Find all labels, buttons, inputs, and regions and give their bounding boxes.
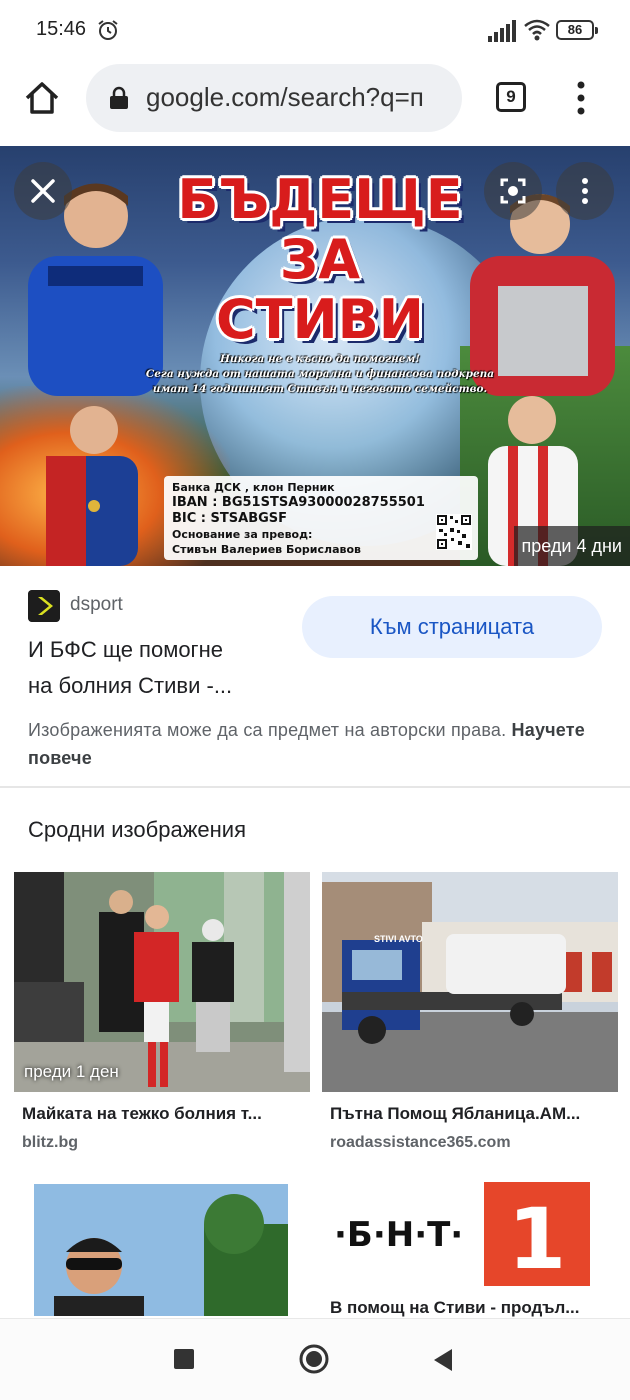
card-site: blitz.bg <box>22 1134 78 1151</box>
close-preview-button[interactable] <box>14 162 72 220</box>
card-time-badge: преди 1 ден <box>24 1062 119 1081</box>
lock-icon <box>110 86 128 109</box>
more-vert-icon <box>582 178 588 204</box>
card-title[interactable]: Майката на тежко болния т... <box>14 1104 310 1124</box>
poster-title-line3: СТИВИ <box>215 288 424 351</box>
card-site: roadassistance365.com <box>330 1134 511 1151</box>
bank-reason-label: Основание за превод: <box>172 528 313 541</box>
poster-title-line1: БЪДЕЩЕ <box>177 168 463 231</box>
time-badge: преди 4 дни <box>513 526 630 566</box>
bnt-logo-text: ·Б·Н·Т· <box>334 1215 463 1255</box>
related-thumbnail[interactable]: STIVI AVTO <box>322 872 618 1092</box>
status-time: 15:46 <box>36 18 87 40</box>
card-title[interactable]: В помощ на Стиви - продъл... <box>322 1298 618 1318</box>
bank-recipient: Стивън Валериев Бориславов <box>172 543 361 556</box>
url-bar[interactable]: google.com/search?q=п <box>86 64 462 132</box>
bank-details-box: Банка ДСК , клон Перник IBAN : BG51STSA9… <box>164 476 478 560</box>
lens-icon <box>500 178 526 204</box>
result-title[interactable]: И БФС ще помогне на болния Стиви -... <box>28 632 298 704</box>
related-images-heading: Сродни изображения <box>28 817 247 842</box>
poster-text-line1: Никога не е късно да помогнем! <box>219 353 421 365</box>
status-bar: 15:46 86 <box>0 0 630 60</box>
copyright-text: Изображенията може да са предмет на авто… <box>28 720 507 740</box>
copyright-notice: Изображенията може да са предмет на авто… <box>28 716 588 772</box>
recents-icon[interactable] <box>174 1349 194 1369</box>
related-thumbnail[interactable]: преди 1 ден <box>14 872 310 1092</box>
poster-title: БЪДЕЩЕ ЗА СТИВИ <box>140 170 500 350</box>
browser-toolbar: google.com/search?q=п 9 <box>0 60 630 146</box>
card-title[interactable]: Пътна Помощ Ябланица.АМ... <box>322 1104 618 1124</box>
home-circle-icon[interactable] <box>298 1343 330 1375</box>
result-title-line1[interactable]: И БФС ще помогне <box>28 632 298 668</box>
photo-people-outdoor <box>14 872 310 1092</box>
url-text[interactable]: google.com/search?q=п <box>146 82 450 113</box>
bnt-logo-number: 1 <box>508 1190 566 1286</box>
poster-title-line2: ЗА <box>279 228 361 291</box>
signal-icon <box>488 20 516 42</box>
related-card[interactable]: преди 1 ден Майката на тежко болния т...… <box>14 872 310 1152</box>
divider <box>0 786 630 788</box>
dsport-logo-icon[interactable] <box>28 590 60 622</box>
poster-text-line3: имат 14 годишният Стивън и неговото семе… <box>152 383 488 395</box>
poster-text: Никога не е късно да помогнем! Сега нужд… <box>140 352 500 397</box>
related-card[interactable]: ·Б·Н·Т· 1 В помощ на Стиви - продъл... <box>322 1182 618 1318</box>
visit-page-button[interactable]: Към страницата <box>302 596 602 658</box>
battery-icon: 86 <box>556 20 598 40</box>
related-thumbnail[interactable]: ·Б·Н·Т· 1 <box>322 1182 618 1286</box>
source-site-name[interactable]: dsport <box>70 594 123 616</box>
photo-tow-truck: STIVI AVTO <box>322 872 618 1092</box>
hero-image[interactable]: БЪДЕЩЕ ЗА СТИВИ Никога не е късно да пом… <box>0 146 630 566</box>
truck-text: STIVI AVTO <box>374 934 423 944</box>
bnt1-logo-image: ·Б·Н·Т· 1 <box>322 1182 618 1286</box>
bank-name: Банка ДСК , клон Перник <box>172 481 335 494</box>
preview-more-button[interactable] <box>556 162 614 220</box>
bank-bic: BIC : STSABGSF <box>172 511 288 526</box>
back-icon[interactable] <box>432 1347 454 1373</box>
related-card[interactable]: STIVI AVTO Пътна Помощ Ябланица.АМ... ro… <box>322 872 618 1152</box>
poster-boy-medal <box>46 406 138 566</box>
google-lens-button[interactable] <box>484 162 542 220</box>
poster-text-line2: Сега нужда от нашата морална и финансова… <box>145 368 495 380</box>
system-nav-bar <box>0 1318 630 1400</box>
wifi-icon <box>524 19 550 41</box>
related-thumbnail[interactable] <box>14 1184 310 1316</box>
related-card[interactable] <box>14 1184 310 1316</box>
result-title-line2[interactable]: на болния Стиви -... <box>28 668 298 704</box>
more-vert-icon[interactable] <box>572 78 590 118</box>
qr-code-icon <box>436 514 472 550</box>
tabs-icon[interactable]: 9 <box>496 82 526 112</box>
source-section: dsport И БФС ще помогне на болния Стиви … <box>0 566 630 786</box>
bank-iban: IBAN : BG51STSA93000028755501 <box>172 495 425 510</box>
alarm-icon <box>98 20 118 40</box>
photo-man-portrait <box>14 1184 310 1316</box>
home-icon[interactable] <box>22 78 62 118</box>
close-icon <box>31 179 55 203</box>
